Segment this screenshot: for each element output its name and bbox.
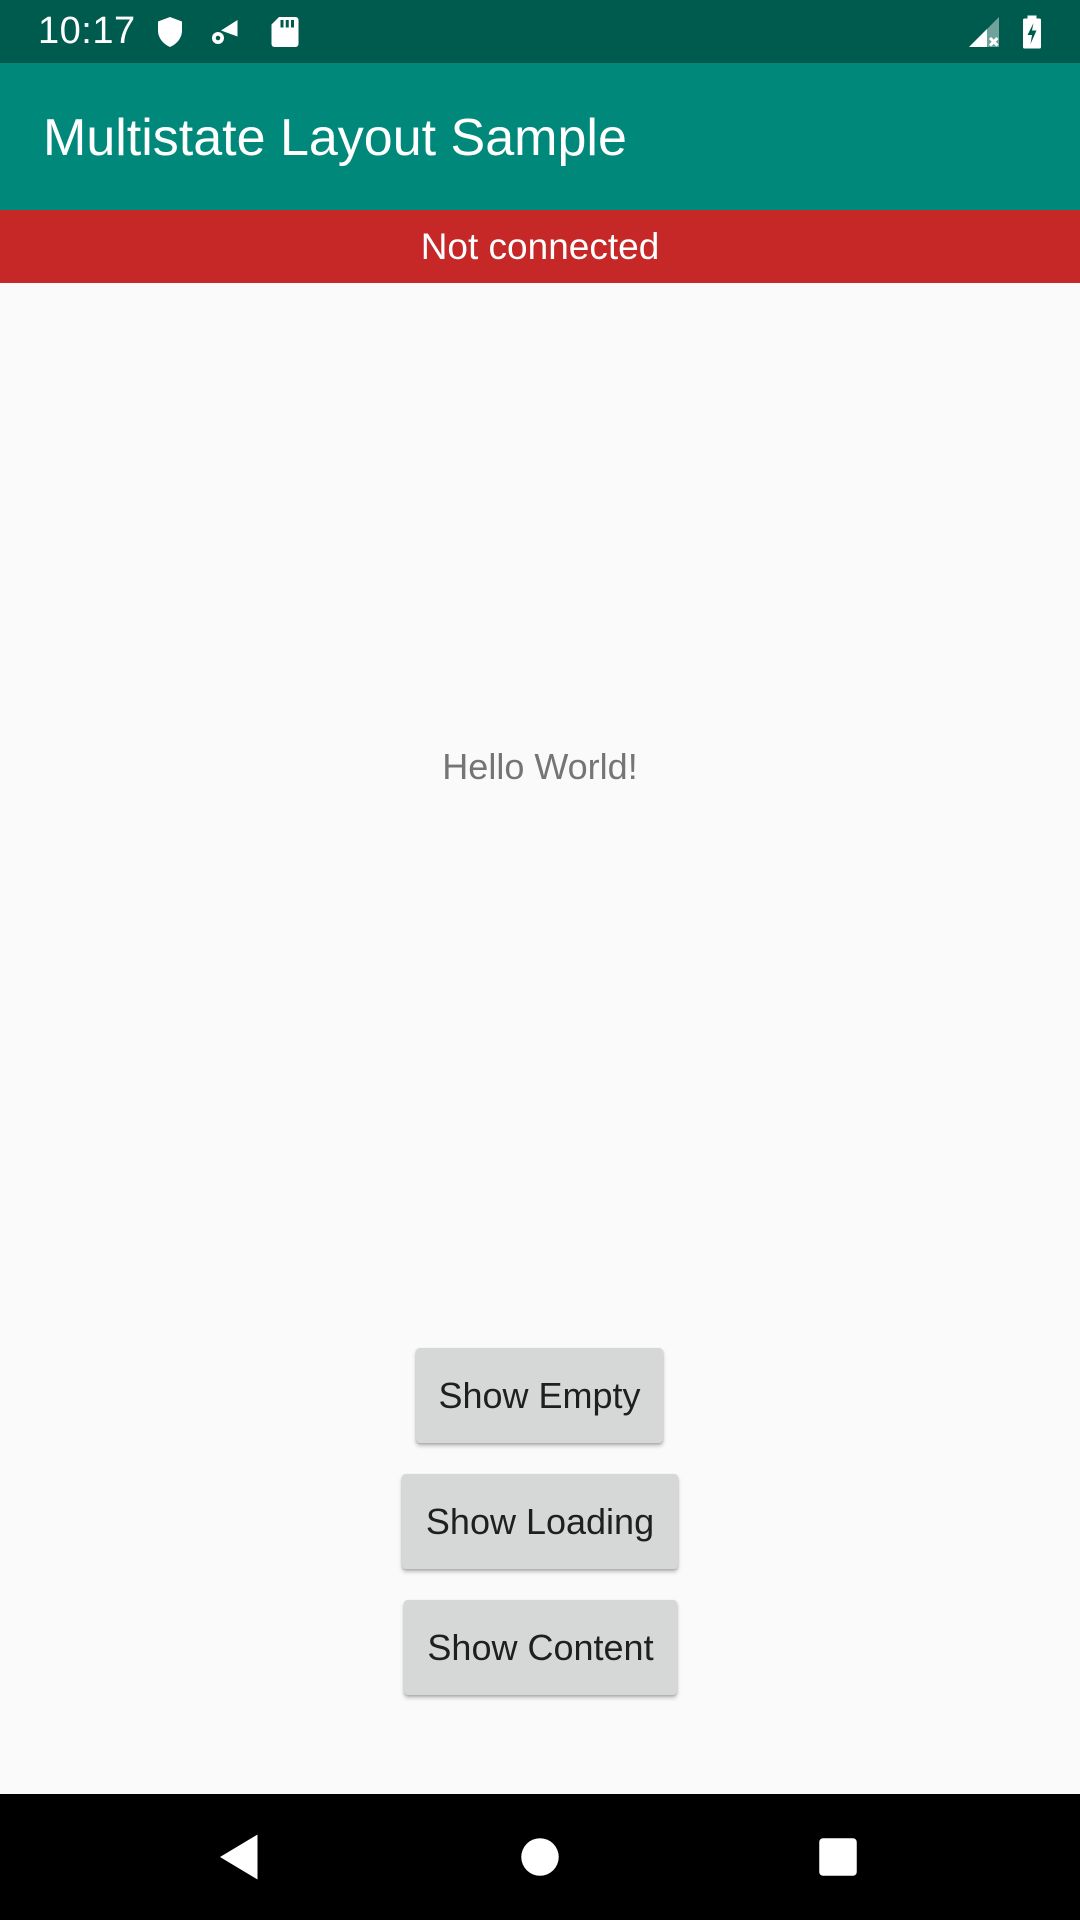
battery-charging-icon: [1014, 14, 1050, 50]
status-time: 10:17: [38, 10, 136, 52]
show-empty-button[interactable]: Show Empty: [416, 1348, 663, 1443]
show-content-button[interactable]: Show Content: [404, 1600, 677, 1695]
app-title: Multistate Layout Sample: [43, 109, 627, 167]
status-bar: 10:17: [0, 0, 1080, 63]
sd-card-icon: [267, 14, 303, 50]
connection-banner: Not connected: [0, 210, 1080, 283]
shield-icon: [152, 14, 188, 50]
show-loading-button[interactable]: Show Loading: [402, 1474, 678, 1569]
content-message: Hello World!: [442, 746, 638, 787]
recents-icon[interactable]: [808, 1827, 868, 1887]
connection-status-text: Not connected: [420, 225, 660, 267]
home-icon[interactable]: [510, 1827, 570, 1887]
app-screen: 10:17 Multistate Layout Sample Not conne…: [0, 0, 1080, 1920]
app-bar: Multistate Layout Sample: [0, 63, 1080, 210]
navigation-bar: [0, 1794, 1080, 1920]
back-icon[interactable]: [210, 1827, 270, 1887]
wifi-settings-icon: [206, 14, 242, 50]
signal-no-data-icon: [966, 14, 1002, 50]
